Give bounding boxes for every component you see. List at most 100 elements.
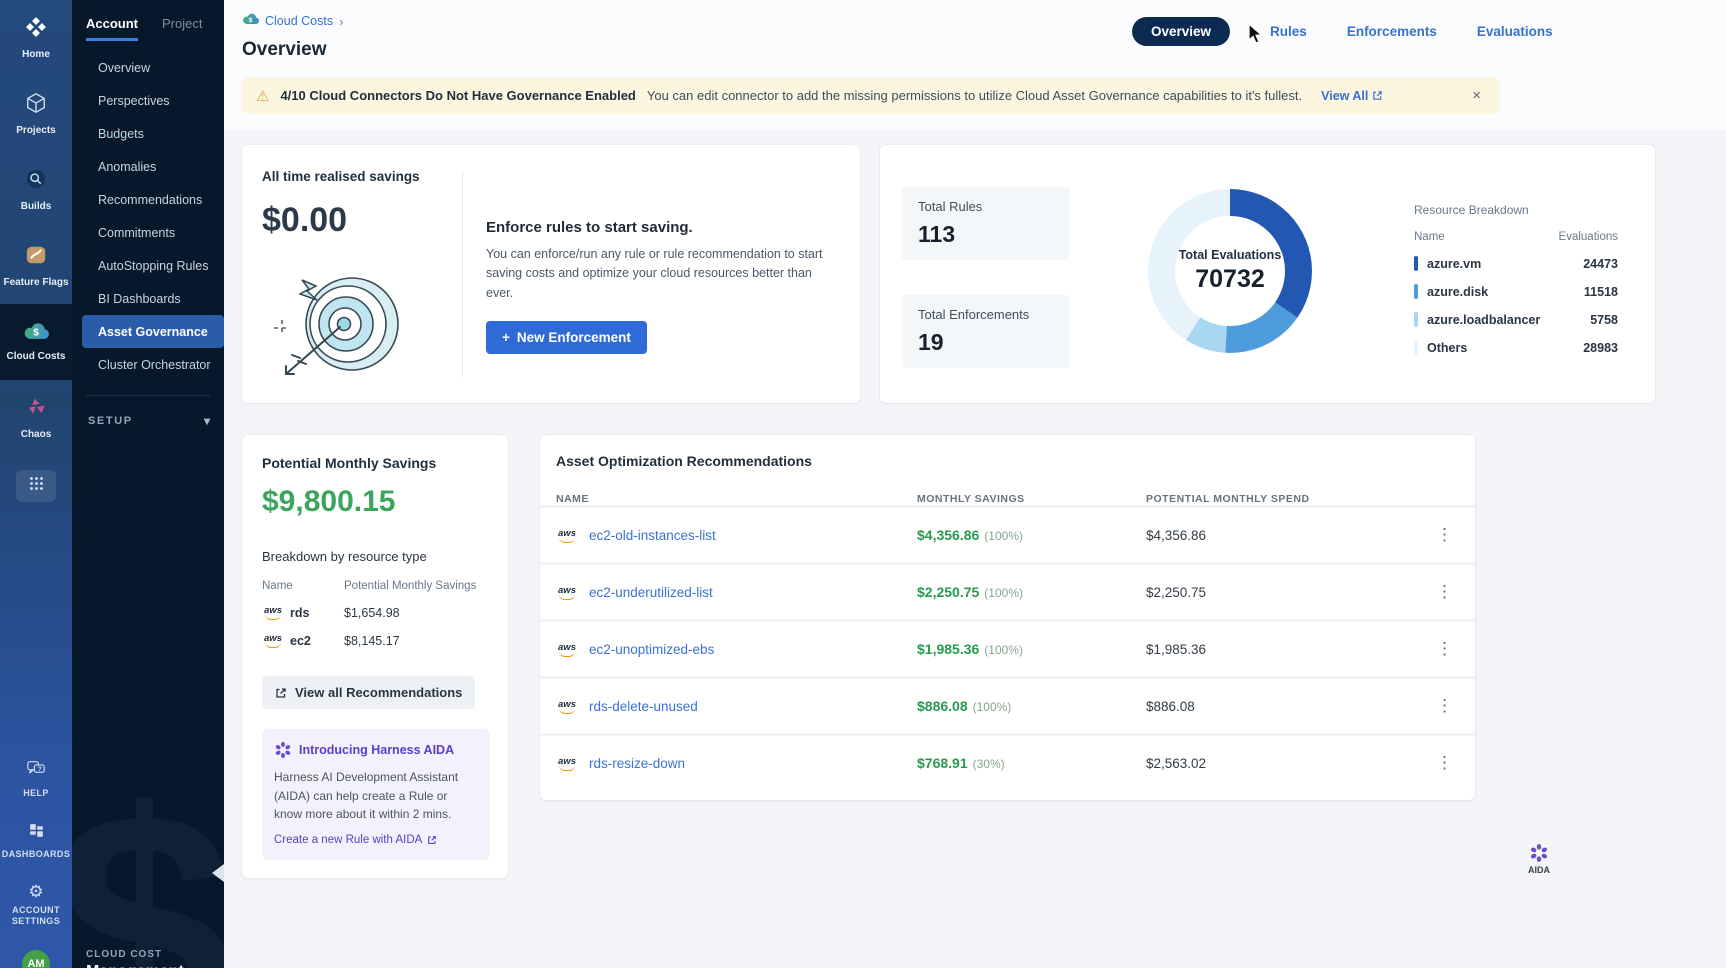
sidebar-collapse-handle[interactable] <box>212 864 224 882</box>
breakdown-name: rds <box>290 606 309 620</box>
aws-icon: aws <box>262 633 284 648</box>
rail-item-builds[interactable]: Builds <box>0 152 72 228</box>
rail-label: Feature Flags <box>3 277 68 289</box>
close-icon[interactable]: × <box>1467 85 1486 106</box>
external-link-icon <box>427 835 437 845</box>
legend-name-header: Name <box>1414 231 1445 243</box>
breakdown-name-header: Name <box>262 580 344 592</box>
kebab-menu-icon[interactable]: ⋮ <box>1430 582 1459 602</box>
avatar[interactable]: AM <box>22 950 50 968</box>
breadcrumb-separator: › <box>339 14 343 29</box>
kebab-menu-icon[interactable]: ⋮ <box>1430 639 1459 659</box>
tab-overview[interactable]: Overview <box>1132 17 1230 46</box>
sidebar-item-recommendations[interactable]: Recommendations <box>72 183 224 216</box>
governance-warning-banner: ⚠ 4/10 Cloud Connectors Do Not Have Gove… <box>242 77 1500 114</box>
banner-view-all-link[interactable]: View All <box>1321 89 1383 103</box>
cloud-dollar-icon: $ <box>23 321 49 345</box>
sidebar-setup-toggle[interactable]: SETUP ▾ <box>72 396 224 428</box>
warning-icon: ⚠ <box>256 87 269 105</box>
legend-swatch <box>1414 340 1418 355</box>
kebab-menu-icon[interactable]: ⋮ <box>1430 696 1459 716</box>
sidebar-item-bi-dashboards[interactable]: BI Dashboards <box>72 282 224 315</box>
legend-row: Others 28983 <box>1414 340 1618 355</box>
view-all-recommendations-button[interactable]: View all Recommendations <box>262 676 475 709</box>
sidebar-item-budgets[interactable]: Budgets <box>72 117 224 150</box>
rail-item-dashboards[interactable]: DASHBOARDS <box>0 822 72 861</box>
breakdown-row: aws ec2 $8,145.17 <box>262 633 490 648</box>
aida-flower-icon <box>274 741 292 759</box>
legend-row: azure.vm 24473 <box>1414 256 1618 271</box>
breakdown-value: $1,654.98 <box>344 606 400 620</box>
potential-savings-amount: $9,800.15 <box>262 485 490 519</box>
module-grid-button[interactable] <box>16 470 56 502</box>
legend-row: azure.loadbalancer 5758 <box>1414 312 1618 327</box>
sidebar-menu: Overview Perspectives Budgets Anomalies … <box>72 51 224 381</box>
sidebar-scope-tabs: Account Project <box>72 0 224 41</box>
sidebar: Account Project Overview Perspectives Bu… <box>72 0 224 968</box>
help-chat-icon: ? <box>26 760 46 783</box>
table-row: aws rds-resize-down $768.91(30%) $2,563.… <box>540 733 1475 790</box>
page-header: $ Cloud Costs › Overview Overview Rules … <box>224 0 1726 130</box>
aws-icon: aws <box>556 699 578 714</box>
recommendation-link[interactable]: rds-resize-down <box>589 756 685 771</box>
kebab-menu-icon[interactable]: ⋮ <box>1430 753 1459 773</box>
new-enforcement-button[interactable]: + New Enforcement <box>486 321 647 354</box>
rail-item-feature-flags[interactable]: Feature Flags <box>0 228 72 304</box>
dashboards-icon <box>28 822 45 844</box>
aida-create-rule-link[interactable]: Create a new Rule with AIDA <box>274 834 478 846</box>
legend-value: 5758 <box>1590 313 1618 327</box>
recommendation-link[interactable]: ec2-old-instances-list <box>589 528 716 543</box>
sidebar-item-commitments[interactable]: Commitments <box>72 216 224 249</box>
potential-savings-title: Potential Monthly Savings <box>262 455 490 471</box>
tab-rules[interactable]: Rules <box>1270 24 1307 39</box>
recommendation-link[interactable]: rds-delete-unused <box>589 699 698 714</box>
aida-assistant-badge[interactable]: AIDA <box>1528 843 1550 875</box>
breakdown-title: Breakdown by resource type <box>262 549 490 564</box>
rail-label: Chaos <box>21 429 52 441</box>
savings-percent: (100%) <box>984 529 1023 543</box>
rail-item-home[interactable]: Home <box>0 0 72 76</box>
harness-logo-icon <box>25 16 47 43</box>
aws-icon: aws <box>556 756 578 771</box>
sidebar-item-overview[interactable]: Overview <box>72 51 224 84</box>
legend-name: azure.disk <box>1427 285 1488 299</box>
sidebar-item-anomalies[interactable]: Anomalies <box>72 150 224 183</box>
footer-title: Management <box>86 963 224 968</box>
tab-evaluations[interactable]: Evaluations <box>1477 24 1553 39</box>
asset-optimization-table: Asset Optimization Recommendations NAME … <box>540 435 1475 800</box>
legend-swatch <box>1414 312 1418 327</box>
recommendation-link[interactable]: ec2-unoptimized-ebs <box>589 642 714 657</box>
rail-item-projects[interactable]: Projects <box>0 76 72 152</box>
total-enforcements-value: 19 <box>918 329 1054 356</box>
total-rules-stat: Total Rules 113 <box>902 187 1070 260</box>
tab-project[interactable]: Project <box>162 16 202 41</box>
summary-cards-row: All time realised savings $0.00 <box>242 145 1726 403</box>
sidebar-item-cluster-orchestrator[interactable]: Cluster Orchestrator <box>72 348 224 381</box>
rail-item-cloud-costs[interactable]: $ Cloud Costs <box>0 304 72 380</box>
card-divider <box>462 171 463 377</box>
sidebar-item-asset-governance[interactable]: Asset Governance <box>82 315 224 348</box>
feature-flags-icon <box>25 244 47 271</box>
recommendation-link[interactable]: ec2-underutilized-list <box>589 585 713 600</box>
builds-icon <box>25 168 47 195</box>
potential-spend-value: $2,563.02 <box>1146 756 1419 771</box>
monthly-savings-value: $768.91 <box>917 755 968 771</box>
sidebar-item-perspectives[interactable]: Perspectives <box>72 84 224 117</box>
rail-item-account-settings[interactable]: ⚙ ACCOUNT SETTINGS <box>0 883 72 928</box>
table-row: aws ec2-old-instances-list $4,356.86(100… <box>540 505 1475 562</box>
rail-item-chaos[interactable]: Chaos <box>0 380 72 456</box>
monthly-savings-value: $2,250.75 <box>917 584 979 600</box>
monthly-savings-value: $4,356.86 <box>917 527 979 543</box>
banner-view-all-label: View All <box>1321 89 1368 103</box>
new-enforcement-label: New Enforcement <box>517 330 631 345</box>
kebab-menu-icon[interactable]: ⋮ <box>1430 525 1459 545</box>
main-content: $ Cloud Costs › Overview Overview Rules … <box>224 0 1726 968</box>
breadcrumb-link[interactable]: Cloud Costs <box>265 14 333 28</box>
total-enforcements-stat: Total Enforcements 19 <box>902 295 1070 368</box>
tab-account[interactable]: Account <box>86 16 138 41</box>
tab-enforcements[interactable]: Enforcements <box>1347 24 1437 39</box>
rail-item-help[interactable]: ? HELP <box>0 760 72 800</box>
savings-percent: (100%) <box>984 643 1023 657</box>
sidebar-item-autostopping-rules[interactable]: AutoStopping Rules <box>72 249 224 282</box>
total-rules-value: 113 <box>918 221 1054 248</box>
